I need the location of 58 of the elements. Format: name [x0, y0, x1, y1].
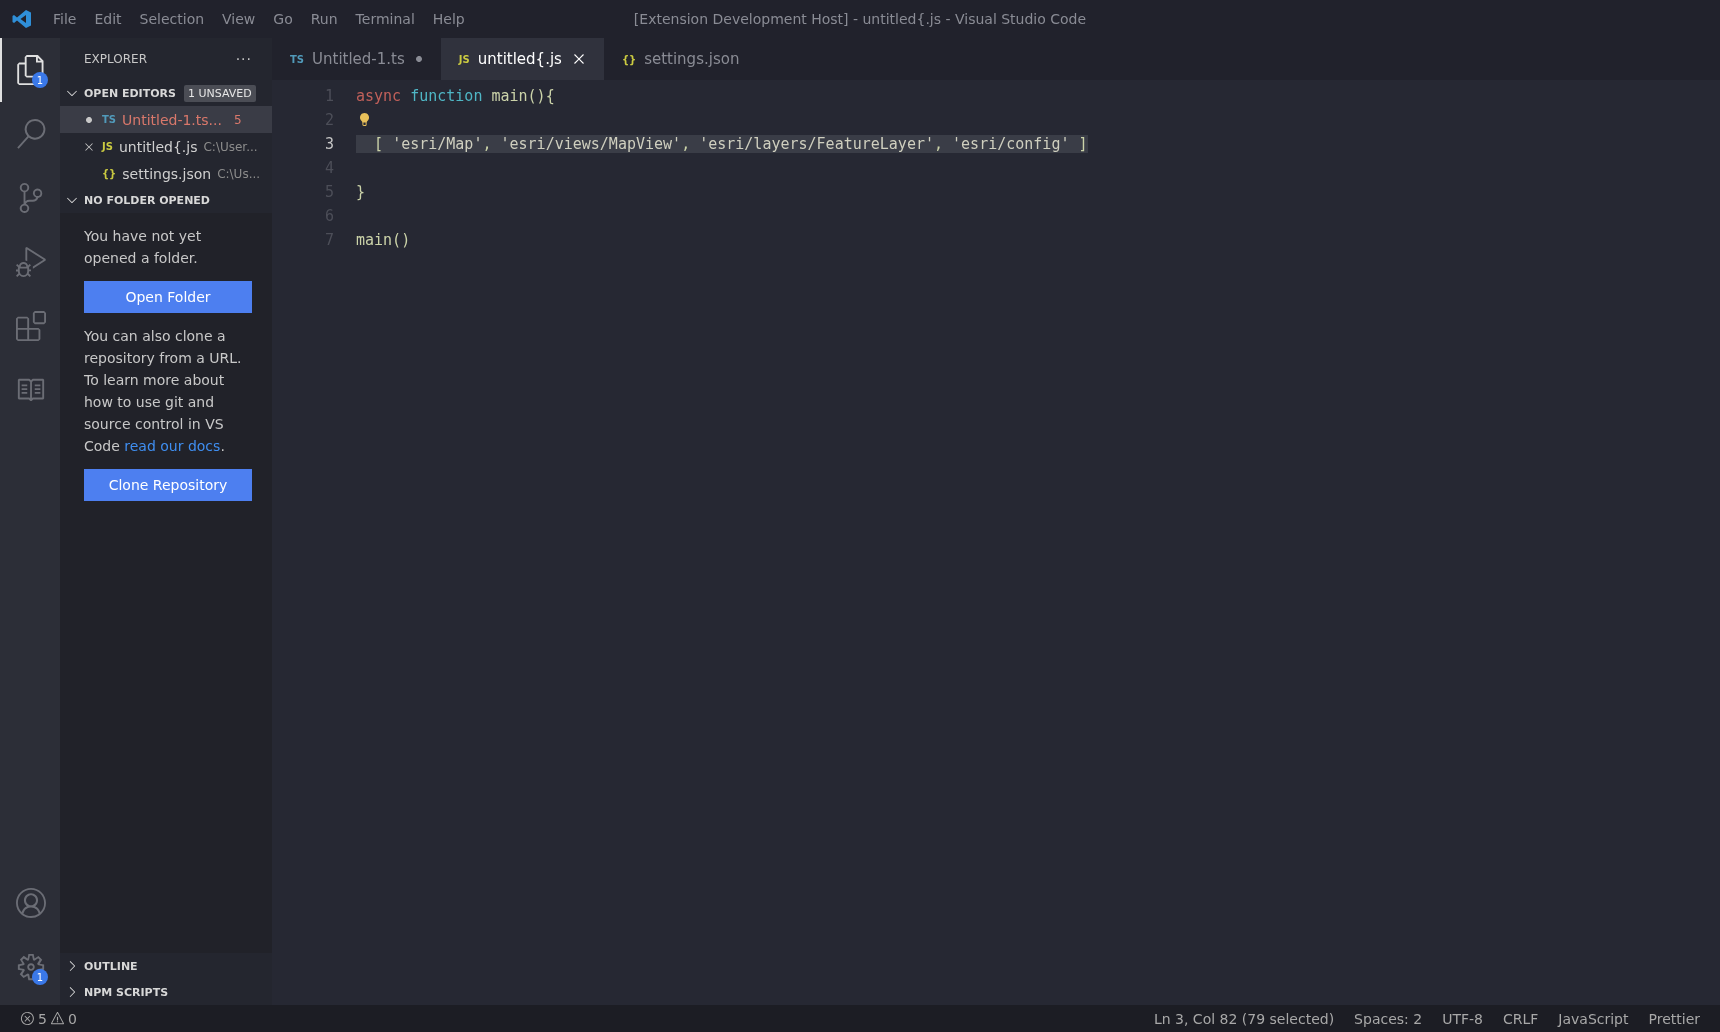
editor-tab[interactable]: JS untitled{.js — [440, 38, 604, 80]
warning-count[interactable]: 0 — [67, 1010, 77, 1027]
code-line: } — [356, 183, 366, 201]
error-count[interactable]: 5 — [38, 1010, 47, 1027]
account-icon — [16, 888, 46, 918]
file-path: C:\Us... — [217, 166, 261, 181]
editor-tab[interactable]: {} settings.json — [603, 38, 756, 80]
line-number: 3 — [323, 135, 335, 153]
unsaved-badge: 1 UNSAVED — [183, 84, 256, 102]
menu-item[interactable]: Help — [423, 11, 474, 27]
menu-item[interactable]: Go — [264, 11, 302, 27]
menu-item[interactable]: Terminal — [346, 11, 424, 27]
status-item[interactable]: UTF-8 — [1432, 1010, 1493, 1027]
status-item[interactable]: CRLF — [1492, 1010, 1549, 1027]
status-item[interactable]: Spaces: 2 — [1344, 1010, 1433, 1027]
section-header[interactable]: OPEN EDITORS 1 UNSAVED — [60, 80, 272, 106]
sidebar-title: EXPLORER — [84, 52, 147, 66]
editor-tab[interactable]: TS Untitled-1.ts — [272, 38, 441, 80]
file-type-icon: JS — [102, 141, 113, 152]
section-header[interactable]: OUTLINE — [60, 953, 272, 979]
section-header[interactable]: NPM SCRIPTS — [60, 979, 272, 1005]
menu-item[interactable]: File — [44, 11, 86, 27]
section-header[interactable]: NO FOLDER OPENED — [60, 187, 272, 213]
warning-icon — [49, 1011, 65, 1026]
code-line: async function main(){ — [356, 87, 555, 105]
open-editor-item[interactable]: TS Untitled-1.ts... 5 — [60, 106, 272, 133]
clone-repository-button[interactable]: Clone Repository — [84, 469, 252, 501]
status-item[interactable]: Ln 3, Col 82 (79 selected) — [1143, 1010, 1345, 1027]
code-line: main() — [356, 231, 411, 249]
menu-item[interactable]: Run — [301, 11, 347, 27]
status-item[interactable]: Prettier — [1638, 1010, 1710, 1027]
file-type-icon: JS — [458, 53, 470, 65]
docs-link[interactable]: read our docs — [124, 438, 221, 454]
count-badge: 1 — [32, 72, 48, 88]
empty-folder-message: You have not yet opened a folder. — [84, 227, 203, 268]
file-type-icon: TS — [102, 114, 117, 125]
search-icon — [16, 119, 46, 149]
more-actions-button[interactable]: ··· — [235, 51, 252, 67]
count-badge: 1 — [32, 969, 48, 985]
error-icon — [20, 1011, 35, 1026]
open-folder-button[interactable]: Open Folder — [84, 281, 252, 313]
open-editor-item[interactable]: JS untitled{.js C:\User... — [60, 133, 272, 160]
logo-icon — [12, 9, 32, 29]
run-icon — [16, 247, 46, 277]
window-title: [Extension Development Host] - untitled{.js - Visual Studio Code — [633, 11, 1087, 27]
file-type-icon: {} — [102, 168, 117, 179]
file-type-icon: TS — [290, 53, 305, 65]
file-type-icon: {} — [621, 53, 637, 65]
clone-message: You can also clone a repository from a URL. To learn more about how to use git and source control in VS Code read our docs. — [84, 327, 243, 456]
extensions-icon — [16, 311, 46, 341]
menu-item[interactable]: Selection — [130, 11, 214, 27]
problem-count: 5 — [233, 112, 242, 127]
status-item[interactable]: JavaScript — [1548, 1010, 1639, 1027]
settings-activity-button[interactable]: 1 — [0, 935, 60, 999]
file-path: C:\User... — [203, 139, 258, 154]
menu-item[interactable]: Edit — [85, 11, 131, 27]
menu-item[interactable]: View — [213, 11, 265, 27]
open-editor-item[interactable]: {} settings.json C:\Us... — [60, 160, 272, 187]
